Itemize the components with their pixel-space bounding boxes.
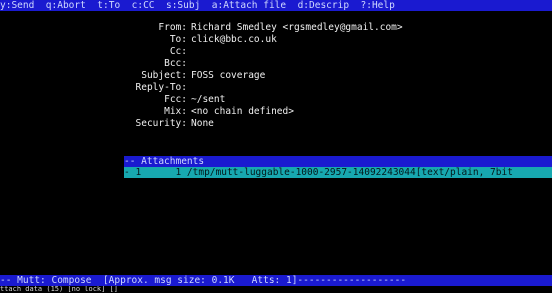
menu-cc[interactable]: c:CC — [132, 0, 155, 11]
header-row-to[interactable]: To: click@bbc.co.uk — [0, 34, 552, 46]
attachments-separator: -- Attachments — [124, 156, 552, 167]
header-value-to[interactable]: click@bbc.co.uk — [191, 34, 277, 45]
attachment-row-selected[interactable]: - 1 1 /tmp/mutt-luggable-1000-2957-14092… — [124, 167, 552, 178]
header-value-from[interactable]: Richard Smedley <rgsmedley@gmail.com> — [191, 22, 403, 33]
menu-descrip[interactable]: d:Descrip — [298, 0, 349, 11]
header-row-mix[interactable]: Mix: <no chain defined> — [0, 106, 552, 118]
menu-send[interactable]: y:Send — [0, 0, 34, 11]
menu-to[interactable]: t:To — [97, 0, 120, 11]
menu-attach-file[interactable]: a:Attach file — [212, 0, 286, 11]
header-label-bcc: Bcc: — [164, 58, 187, 69]
header-label-cc: Cc: — [169, 46, 187, 57]
header-label-to: To: — [169, 34, 187, 45]
header-label-subject: Subject: — [141, 70, 187, 81]
header-row-cc[interactable]: Cc: — [0, 46, 552, 58]
header-label-from: From: — [158, 22, 187, 33]
compose-headers: From: Richard Smedley <rgsmedley@gmail.c… — [0, 22, 552, 142]
header-value-fcc[interactable]: ~/sent — [191, 94, 225, 105]
header-row-reply-to[interactable]: Reply-To: — [0, 82, 552, 94]
header-label-security: Security: — [135, 118, 187, 129]
header-row-from[interactable]: From: Richard Smedley <rgsmedley@gmail.c… — [0, 22, 552, 34]
header-label-fcc: Fcc: — [164, 94, 187, 105]
message-line: ttach data (15) [no lock] [] — [0, 286, 119, 293]
menu-abort[interactable]: q:Abort — [46, 0, 86, 11]
header-value-mix[interactable]: <no chain defined> — [191, 106, 294, 117]
header-row-security[interactable]: Security: None — [0, 118, 552, 130]
status-bar: -- Mutt: Compose [Approx. msg size: 0.1K… — [0, 275, 552, 286]
header-row-bcc[interactable]: Bcc: — [0, 58, 552, 70]
menu-subj[interactable]: s:Subj — [166, 0, 200, 11]
compose-menu-bar: y:Send q:Abort t:To c:CC s:Subj a:Attach… — [0, 0, 552, 11]
header-label-mix: Mix: — [164, 106, 187, 117]
header-value-subject[interactable]: FOSS coverage — [191, 70, 265, 81]
header-row-fcc[interactable]: Fcc: ~/sent — [0, 94, 552, 106]
header-label-reply-to: Reply-To: — [135, 82, 187, 93]
header-row-subject[interactable]: Subject: FOSS coverage — [0, 70, 552, 82]
header-value-security[interactable]: None — [191, 118, 214, 129]
menu-help[interactable]: ?:Help — [361, 0, 395, 11]
